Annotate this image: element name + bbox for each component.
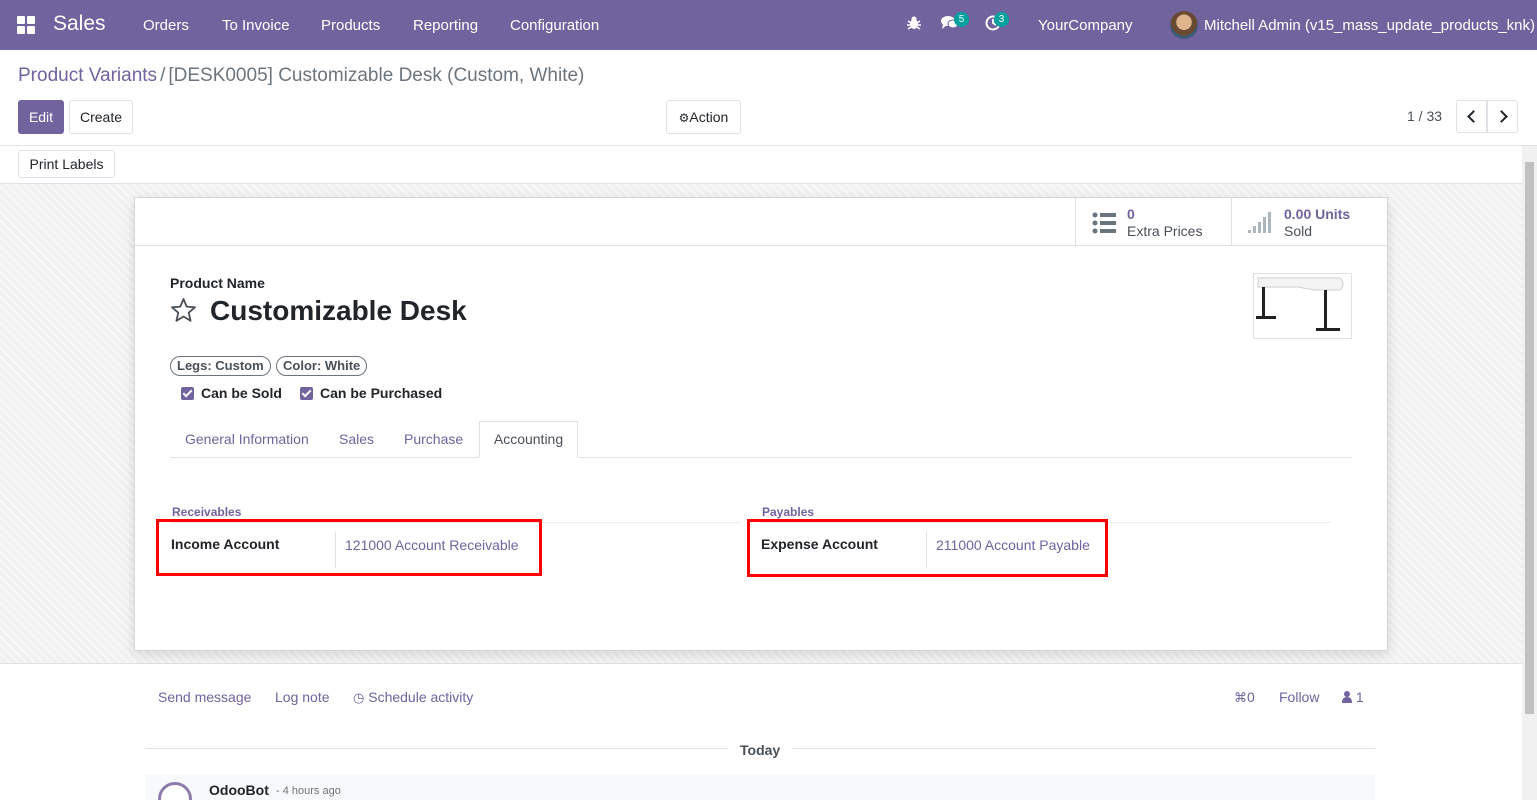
extra-prices-button[interactable]: 0 Extra Prices — [1075, 198, 1232, 246]
units-sold-button[interactable]: 0.00 Units Sold — [1231, 198, 1388, 246]
user-menu[interactable]: Mitchell Admin (v15_mass_update_products… — [1204, 17, 1535, 34]
smart-button-box: 0 Extra Prices 0.00 Units Sold — [135, 198, 1387, 246]
apps-menu-icon[interactable] — [17, 16, 35, 34]
edit-button[interactable]: Edit — [18, 100, 64, 134]
attribute-tag-color: Color: White — [276, 356, 368, 376]
tab-accounting[interactable]: Accounting — [479, 421, 578, 458]
menu-products[interactable]: Products — [321, 17, 380, 34]
followers-button[interactable]: 1 — [1342, 689, 1364, 705]
activities-count-badge: 3 — [994, 12, 1009, 27]
gear-icon: ⚙ — [678, 111, 690, 125]
messages-count-badge: 5 — [954, 12, 969, 27]
tab-purchase[interactable]: Purchase — [404, 431, 463, 447]
desk-image — [1256, 277, 1344, 331]
product-image[interactable] — [1253, 273, 1352, 339]
company-switcher[interactable]: YourCompany — [1038, 17, 1133, 34]
extra-prices-value: 0 — [1127, 206, 1135, 222]
schedule-activity-button[interactable]: ◷ Schedule activity — [353, 689, 473, 706]
extra-prices-label: Extra Prices — [1127, 223, 1203, 239]
tabs-divider — [170, 457, 1352, 458]
breadcrumb-separator: / — [160, 65, 166, 86]
attachments-count: 0 — [1247, 689, 1255, 705]
date-divider-right — [793, 748, 1375, 749]
log-note-button[interactable]: Log note — [275, 689, 330, 705]
can-be-purchased-checkbox[interactable] — [300, 387, 313, 400]
breadcrumb: Product Variants / [DESK0005] Customizable… — [18, 65, 584, 87]
chevron-left-icon — [1467, 110, 1480, 123]
date-separator: Today — [740, 742, 781, 758]
product-title[interactable]: Customizable Desk — [210, 295, 467, 327]
receivables-title: Receivables — [172, 505, 242, 519]
can-be-sold-checkbox[interactable] — [181, 387, 194, 400]
menu-to-invoice[interactable]: To Invoice — [222, 17, 290, 34]
print-labels-button[interactable]: Print Labels — [18, 150, 115, 178]
pager-previous-button[interactable] — [1456, 100, 1487, 133]
followers-count: 1 — [1355, 689, 1364, 705]
favorite-star-icon[interactable] — [170, 297, 197, 323]
paperclip-icon: ⌘ — [1234, 690, 1247, 705]
send-message-button[interactable]: Send message — [158, 689, 251, 705]
breadcrumb-current: [DESK0005] Customizable Desk (Custom, Wh… — [168, 65, 585, 86]
clock-icon: ◷ — [353, 690, 365, 705]
app-name[interactable]: Sales — [53, 12, 106, 36]
menu-reporting[interactable]: Reporting — [413, 17, 478, 34]
date-divider-left — [146, 748, 728, 749]
payables-title: Payables — [762, 505, 815, 519]
can-be-purchased-label[interactable]: Can be Purchased — [320, 385, 442, 401]
pager-value[interactable]: 1 / 33 — [1407, 108, 1442, 124]
income-account-highlight — [156, 519, 542, 576]
user-icon — [1342, 691, 1352, 703]
can-be-sold-label[interactable]: Can be Sold — [201, 385, 282, 401]
chevron-right-icon — [1495, 110, 1508, 123]
top-navbar: Sales Orders To Invoice Products Reporti… — [0, 0, 1537, 50]
tab-general-information[interactable]: General Information — [185, 431, 309, 447]
message-time: - 4 hours ago — [276, 785, 341, 797]
follow-button[interactable]: Follow — [1279, 689, 1319, 705]
units-sold-label: Sold — [1284, 223, 1313, 239]
attribute-tag-legs: Legs: Custom — [170, 356, 271, 376]
signal-bars-icon — [1248, 212, 1271, 233]
product-name-label: Product Name — [170, 275, 265, 291]
schedule-activity-label: Schedule activity — [368, 689, 474, 705]
action-label: Action — [689, 109, 729, 125]
debug-bug-icon[interactable] — [906, 15, 922, 36]
tab-sales[interactable]: Sales — [339, 431, 374, 447]
pager-next-button[interactable] — [1487, 100, 1518, 133]
menu-orders[interactable]: Orders — [143, 17, 189, 34]
units-sold-value: 0.00 Units — [1284, 206, 1351, 222]
action-button[interactable]: ⚙Action — [666, 100, 741, 134]
form-sheet: 0 Extra Prices 0.00 Units Sold — [134, 197, 1388, 651]
message-author[interactable]: OdooBot — [209, 782, 269, 798]
menu-configuration[interactable]: Configuration — [510, 17, 599, 34]
breadcrumb-product-variants[interactable]: Product Variants — [18, 65, 157, 86]
control-panel-divider — [0, 145, 1537, 146]
user-avatar[interactable] — [1170, 11, 1198, 39]
list-icon — [1092, 212, 1116, 234]
expense-account-highlight — [747, 519, 1108, 577]
create-button[interactable]: Create — [69, 100, 133, 134]
attachments-button[interactable]: ⌘0 — [1234, 689, 1255, 706]
scrollbar-thumb[interactable] — [1525, 162, 1534, 714]
